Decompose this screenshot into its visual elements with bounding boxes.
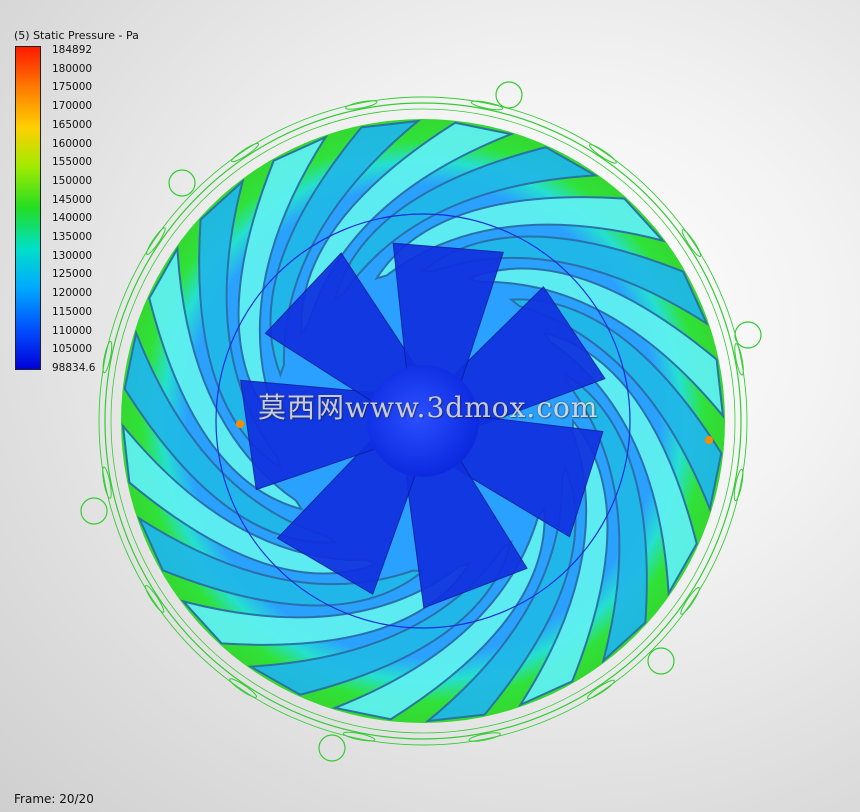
legend-tick-1: 180000 [52,62,93,75]
slot-marker-14 [681,229,702,258]
marker-circle-3 [80,497,108,525]
frame-counter: Frame: 20/20 [14,792,94,806]
legend-tick-0: 184892 [52,44,93,56]
legend-tick-2: 175000 [52,81,93,94]
marker-circle-1 [168,169,196,197]
marker-circle-4 [647,647,675,675]
legend-tick-8: 145000 [52,193,93,206]
slot-marker-10 [231,142,260,163]
legend-tick-15: 110000 [52,324,93,337]
watermark-text: 莫西网www.3dmox.com [258,391,599,424]
legend-tick-7: 150000 [52,174,93,187]
hotspot-right [705,436,713,444]
legend-tick-12: 125000 [52,268,93,281]
legend-tick-9: 140000 [52,212,93,225]
legend-tick-labels: 184892 180000 175000 170000 165000 160000 1550… [0,0,140,400]
legend-tick-10: 135000 [52,231,93,243]
legend-tick-16: 105000 [52,343,93,356]
legend-tick-13: 120000 [52,287,93,300]
legend-tick-17: 98834.6 [52,361,96,374]
simulation-viewport[interactable]: (5) Static Pressure - Pa 184892 180000 175… [0,0,860,812]
slot-marker-6 [144,584,165,613]
slot-marker-2 [586,679,615,700]
marker-circle-0 [495,81,523,109]
slot-marker-1 [680,586,700,615]
slot-marker-13 [588,144,617,164]
hotspot-left [236,420,244,428]
legend-tick-14: 115000 [52,305,93,318]
slot-marker-9 [146,227,166,256]
legend-tick-6: 155000 [52,156,93,169]
marker-circle-2 [734,321,762,349]
legend-tick-4: 165000 [52,118,93,131]
marker-circle-5 [318,734,346,762]
legend-tick-11: 130000 [52,249,93,262]
slot-marker-5 [229,678,258,698]
legend-tick-3: 170000 [52,100,93,113]
legend-tick-5: 160000 [52,137,93,150]
